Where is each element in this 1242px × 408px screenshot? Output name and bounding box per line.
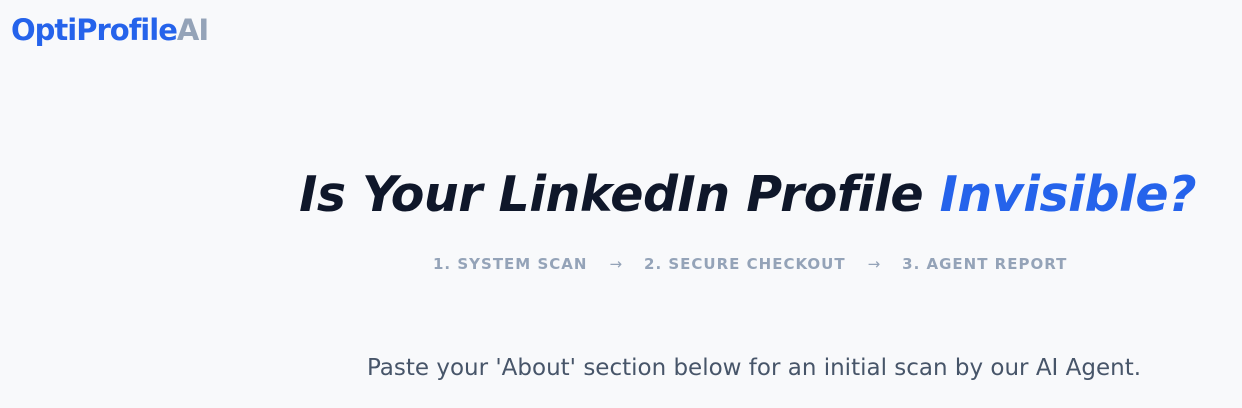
logo[interactable]: OptiProfileAI bbox=[11, 10, 209, 50]
logo-brand: OptiProfile bbox=[11, 13, 178, 47]
progress-steps: 1. SYSTEM SCAN → 2. SECURE CHECKOUT → 3.… bbox=[433, 253, 1067, 275]
step-agent-report: 3. AGENT REPORT bbox=[902, 255, 1068, 273]
intro-text: Paste your 'About' section below for an … bbox=[366, 355, 1142, 381]
step-arrow-icon: → bbox=[867, 255, 881, 273]
logo-suffix: AI bbox=[176, 13, 209, 47]
headline-main: Is Your LinkedIn Profile bbox=[299, 166, 940, 223]
hero-headline: Is Your LinkedIn Profile Invisible? bbox=[299, 162, 1196, 228]
hero-section: Is Your LinkedIn Profile Invisible? bbox=[0, 162, 1242, 232]
step-secure-checkout: 2. SECURE CHECKOUT bbox=[644, 255, 846, 273]
step-system-scan: 1. SYSTEM SCAN bbox=[433, 255, 588, 273]
headline-accent: Invisible? bbox=[939, 166, 1197, 223]
step-arrow-icon: → bbox=[609, 255, 623, 273]
